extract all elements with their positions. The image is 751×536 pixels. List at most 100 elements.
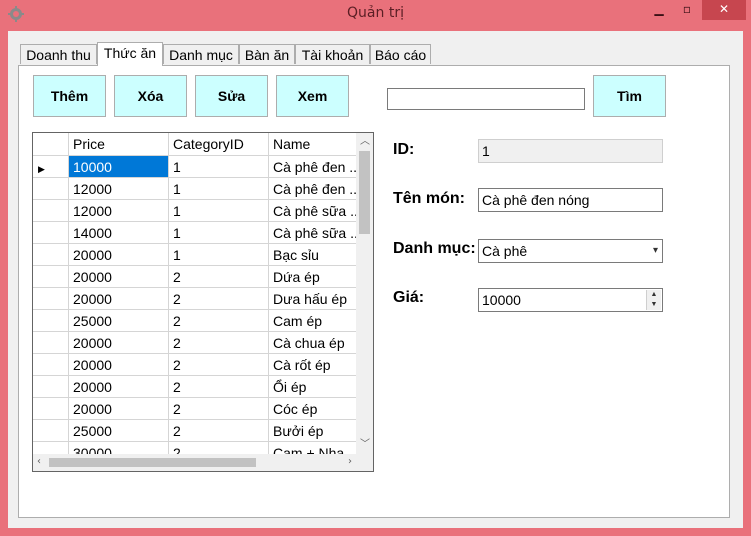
table-row[interactable]: 20000 2 Cà rốt ép <box>33 353 363 376</box>
scroll-up-icon[interactable]: ︿ <box>360 137 370 147</box>
cell-price[interactable]: 25000 <box>68 309 169 332</box>
tab-food[interactable]: Thức ăn <box>97 42 163 66</box>
edit-button[interactable]: Sửa <box>195 75 268 117</box>
cell-categoryid[interactable]: 2 <box>168 397 269 420</box>
table-row[interactable]: 14000 1 Cà phê sữa ... <box>33 221 363 244</box>
cell-categoryid[interactable]: 1 <box>168 243 269 266</box>
add-button[interactable]: Thêm <box>33 75 106 117</box>
cell-name[interactable]: Dưa hấu ép <box>268 287 363 310</box>
price-stepper[interactable]: 10000 ▲ ▼ <box>478 288 663 312</box>
cell-name[interactable]: Bưởi ép <box>268 419 363 442</box>
cell-price[interactable]: 20000 <box>68 243 169 266</box>
table-row[interactable]: 20000 2 Ổi ép <box>33 375 363 398</box>
cell-name[interactable]: Dứa ép <box>268 265 363 288</box>
row-header[interactable] <box>33 243 69 266</box>
scroll-left-icon[interactable]: ‹ <box>37 457 41 467</box>
cell-price[interactable]: 20000 <box>68 397 169 420</box>
column-header-categoryid[interactable]: CategoryID <box>168 133 269 156</box>
row-header[interactable] <box>33 265 69 288</box>
cell-categoryid[interactable]: 1 <box>168 221 269 244</box>
cell-price[interactable]: 20000 <box>68 331 169 354</box>
close-button[interactable]: ✕ <box>702 0 746 20</box>
table-row[interactable]: 20000 2 Cóc ép <box>33 397 363 420</box>
cell-price[interactable]: 25000 <box>68 419 169 442</box>
delete-button[interactable]: Xóa <box>114 75 187 117</box>
cell-categoryid[interactable]: 1 <box>168 155 269 178</box>
cell-name[interactable]: Ổi ép <box>268 375 363 398</box>
column-header-name[interactable]: Name <box>268 133 363 156</box>
row-header[interactable] <box>33 221 69 244</box>
cell-price[interactable]: 20000 <box>68 353 169 376</box>
cell-name[interactable]: Cà phê đen ... <box>268 177 363 200</box>
cell-price[interactable]: 12000 <box>68 199 169 222</box>
row-header[interactable] <box>33 375 69 398</box>
cell-name[interactable]: Cà phê đen ... <box>268 155 363 178</box>
spin-up-icon[interactable]: ▲ <box>647 290 661 300</box>
search-button[interactable]: Tìm <box>593 75 666 117</box>
horizontal-scroll-thumb[interactable] <box>49 458 256 467</box>
row-header[interactable] <box>33 331 69 354</box>
cell-categoryid[interactable]: 2 <box>168 287 269 310</box>
column-header-price[interactable]: Price <box>68 133 169 156</box>
table-row[interactable]: 25000 2 Cam ép <box>33 309 363 332</box>
tab-revenue[interactable]: Doanh thu <box>20 44 97 64</box>
tab-account[interactable]: Tài khoản <box>295 44 370 64</box>
table-row[interactable]: 20000 2 Dứa ép <box>33 265 363 288</box>
horizontal-scrollbar[interactable]: ‹ › <box>33 454 356 471</box>
maximize-button[interactable]: ▫ <box>674 0 700 20</box>
cell-price[interactable]: 14000 <box>68 221 169 244</box>
table-row[interactable]: 20000 2 Cà chua ép <box>33 331 363 354</box>
scroll-down-icon[interactable]: ﹀ <box>360 440 370 450</box>
cell-price[interactable]: 12000 <box>68 177 169 200</box>
cell-categoryid[interactable]: 2 <box>168 331 269 354</box>
cell-name[interactable]: Cà chua ép <box>268 331 363 354</box>
row-header[interactable] <box>33 287 69 310</box>
table-row[interactable]: 12000 1 Cà phê sữa ... <box>33 199 363 222</box>
cell-categoryid[interactable]: 2 <box>168 419 269 442</box>
tab-category[interactable]: Danh mục <box>163 44 239 64</box>
cell-categoryid[interactable]: 1 <box>168 177 269 200</box>
cell-categoryid[interactable]: 2 <box>168 265 269 288</box>
cell-categoryid[interactable]: 2 <box>168 375 269 398</box>
cell-price[interactable]: 20000 <box>68 375 169 398</box>
cell-categoryid[interactable]: 1 <box>168 199 269 222</box>
row-header[interactable] <box>33 309 69 332</box>
tab-report[interactable]: Báo cáo <box>370 44 431 64</box>
vertical-scrollbar[interactable]: ︿ ﹀ <box>356 133 373 454</box>
vertical-scroll-thumb[interactable] <box>359 151 370 234</box>
table-row[interactable]: 20000 2 Dưa hấu ép <box>33 287 363 310</box>
category-select[interactable]: Cà phê ▾ <box>478 239 663 263</box>
row-header[interactable] <box>33 419 69 442</box>
row-header[interactable] <box>33 353 69 376</box>
cell-price[interactable]: 20000 <box>68 265 169 288</box>
search-input[interactable] <box>387 88 585 110</box>
cell-name[interactable]: Cam ép <box>268 309 363 332</box>
row-header[interactable] <box>33 177 69 200</box>
cell-name[interactable]: Cóc ép <box>268 397 363 420</box>
row-header[interactable] <box>33 199 69 222</box>
table-row[interactable]: 12000 1 Cà phê đen ... <box>33 177 363 200</box>
cell-price[interactable]: 20000 <box>68 287 169 310</box>
cell-name[interactable]: Cà phê sữa ... <box>268 199 363 222</box>
price-spin-buttons[interactable]: ▲ ▼ <box>646 290 661 310</box>
name-field[interactable]: Cà phê đen nóng <box>478 188 663 212</box>
scroll-right-icon[interactable]: › <box>348 457 352 467</box>
view-button[interactable]: Xem <box>276 75 349 117</box>
cell-name[interactable]: Cà phê sữa ... <box>268 221 363 244</box>
cell-name[interactable]: Bạc sỉu <box>268 243 363 266</box>
spin-down-icon[interactable]: ▼ <box>647 300 661 310</box>
id-field[interactable]: 1 <box>478 139 663 163</box>
row-header[interactable]: ▶ <box>33 155 69 178</box>
table-row[interactable]: 20000 1 Bạc sỉu <box>33 243 363 266</box>
cell-price[interactable]: 10000 <box>68 155 169 178</box>
tab-table[interactable]: Bàn ăn <box>239 44 295 64</box>
minimize-button[interactable]: ▁ <box>646 0 672 20</box>
cell-categoryid[interactable]: 2 <box>168 309 269 332</box>
table-row[interactable]: 25000 2 Bưởi ép <box>33 419 363 442</box>
row-header[interactable] <box>33 397 69 420</box>
cell-name[interactable]: Cà rốt ép <box>268 353 363 376</box>
table-row[interactable]: ▶ 10000 1 Cà phê đen ... <box>33 155 363 178</box>
cell-categoryid[interactable]: 2 <box>168 353 269 376</box>
chevron-down-icon: ▾ <box>652 245 658 256</box>
food-data-grid[interactable]: Price CategoryID Name ▶ 10000 1 Cà phê đen … <box>32 132 374 472</box>
